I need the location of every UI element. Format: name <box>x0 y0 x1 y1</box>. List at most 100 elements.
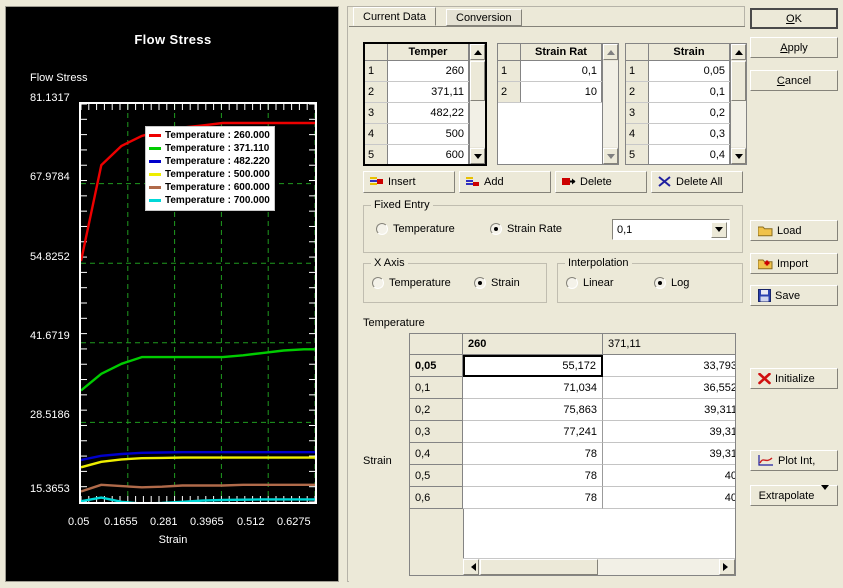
fixed-entry-combo[interactable]: 0,1 <box>612 219 730 240</box>
cancel-button[interactable]: Cancel <box>750 70 838 91</box>
cell-value[interactable]: 36,552 <box>603 377 735 399</box>
cell-value[interactable]: 600 <box>388 145 469 164</box>
cell-value[interactable]: 39,311 <box>603 399 735 421</box>
insert-button[interactable]: Insert <box>363 171 455 193</box>
scroll-thumb[interactable] <box>480 559 598 575</box>
scroll-down-arrow-icon[interactable] <box>731 148 746 164</box>
strain-grid[interactable]: Strain 1 0,05 2 0,1 3 0,2 4 0,3 5 0,4 <box>625 43 747 165</box>
scroll-down-arrow-icon[interactable] <box>470 148 485 164</box>
table-row[interactable]: 3 0,2 <box>626 103 746 124</box>
strain-grid-scrollbar[interactable] <box>730 44 746 164</box>
fixed-entry-group: Fixed Entry Temperature Strain Rate 0,1 <box>363 199 743 253</box>
x-axis-group: X Axis Temperature Strain <box>363 257 547 303</box>
cell-value[interactable]: 71,034 <box>463 377 603 399</box>
save-button-label: Save <box>775 289 801 302</box>
cell-value[interactable]: 0,05 <box>649 61 730 81</box>
delete-button[interactable]: Delete <box>555 171 647 193</box>
cell-value[interactable]: 78 <box>463 465 603 487</box>
radio-interpolation-log[interactable]: Log <box>654 277 689 289</box>
tab-conversion[interactable]: Conversion <box>446 9 522 26</box>
table-row[interactable]: 0,6 78 40 <box>410 487 735 509</box>
scroll-thumb[interactable] <box>470 61 485 101</box>
strain-rate-grid[interactable]: Strain Rat 1 0,1 2 10 <box>497 43 619 165</box>
radio-interpolation-linear[interactable]: Linear <box>566 277 614 289</box>
radio-x-axis-temperature[interactable]: Temperature <box>372 277 451 289</box>
legend-swatch-3 <box>149 173 161 176</box>
x-tick-1: 0.1655 <box>104 516 138 528</box>
table-row[interactable]: 2 10 <box>498 82 618 103</box>
table-row[interactable]: 1 0,1 <box>498 61 618 82</box>
table-row[interactable]: 3 482,22 <box>365 103 485 124</box>
table-row[interactable]: 0,5 78 40 <box>410 465 735 487</box>
table-row[interactable]: 0,05 55,172 33,793 <box>410 355 735 377</box>
scroll-left-arrow-icon[interactable] <box>463 559 479 575</box>
table-row[interactable]: 1 260 <box>365 61 485 82</box>
cell-value[interactable]: 40 <box>603 465 735 487</box>
column-header-260[interactable]: 260 <box>463 334 603 354</box>
radio-fixed-entry-temperature[interactable]: Temperature <box>376 223 455 235</box>
import-button[interactable]: Import <box>750 253 838 274</box>
table-row[interactable]: 2 0,1 <box>626 82 746 103</box>
cell-value[interactable]: 40 <box>603 487 735 509</box>
cell-value[interactable]: 0,2 <box>649 103 730 123</box>
y-tick-4: 28.5186 <box>30 409 70 421</box>
chart-plot-area[interactable]: Temperature : 260.000 Temperature : 371.… <box>79 102 317 504</box>
cell-value[interactable]: 78 <box>463 487 603 509</box>
dialog-button-column: OK Apply Cancel Load Import Save Initial… <box>750 4 838 584</box>
table-row[interactable]: 2 371,11 <box>365 82 485 103</box>
cell-value[interactable]: 33,793 <box>603 355 735 377</box>
apply-button[interactable]: Apply <box>750 37 838 58</box>
scroll-track[interactable] <box>603 61 618 147</box>
scroll-up-arrow-icon[interactable] <box>603 44 618 60</box>
table-row[interactable]: 0,4 78 39,31 <box>410 443 735 465</box>
scroll-up-arrow-icon[interactable] <box>470 44 485 60</box>
cell-value[interactable]: 0,3 <box>649 124 730 144</box>
scroll-down-arrow-icon[interactable] <box>603 148 618 164</box>
temperature-grid-scrollbar[interactable] <box>469 44 485 164</box>
table-row[interactable]: 5 600 <box>365 145 485 164</box>
save-button[interactable]: Save <box>750 285 838 306</box>
cell-value[interactable]: 0,1 <box>649 82 730 102</box>
initialize-button[interactable]: Initialize <box>750 368 838 389</box>
cell-value[interactable]: 482,22 <box>388 103 469 123</box>
tab-current-data[interactable]: Current Data <box>353 7 436 26</box>
flow-stress-data-table[interactable]: 260 371,11 0,05 55,172 33,793 0,1 71,034… <box>409 333 736 576</box>
table-row[interactable]: 4 500 <box>365 124 485 145</box>
scroll-right-arrow-icon[interactable] <box>719 559 735 575</box>
table-row[interactable]: 0,3 77,241 39,31 <box>410 421 735 443</box>
radio-fixed-entry-strain-rate[interactable]: Strain Rate <box>490 223 562 235</box>
cell-value[interactable]: 260 <box>388 61 469 81</box>
table-row[interactable]: 4 0,3 <box>626 124 746 145</box>
cell-value[interactable]: 0,1 <box>521 61 602 81</box>
cell-value[interactable]: 371,11 <box>388 82 469 102</box>
table-row[interactable]: 1 0,05 <box>626 61 746 82</box>
cell-value[interactable]: 39,31 <box>603 443 735 465</box>
cell-value[interactable]: 0,4 <box>649 145 730 164</box>
cell-value[interactable]: 75,863 <box>463 399 603 421</box>
delete-all-button[interactable]: Delete All <box>651 171 743 193</box>
temperature-grid[interactable]: Temper 1 260 2 371,11 3 482,22 4 500 5 6… <box>363 42 487 166</box>
table-row[interactable]: 0,2 75,863 39,311 <box>410 399 735 421</box>
cell-value[interactable]: 10 <box>521 82 602 102</box>
table-row[interactable]: 0,1 71,034 36,552 <box>410 377 735 399</box>
chevron-down-icon[interactable] <box>821 484 830 502</box>
cell-value[interactable]: 500 <box>388 124 469 144</box>
data-table-hscrollbar[interactable] <box>463 558 735 575</box>
cell-value[interactable]: 55,172 <box>463 355 603 377</box>
chevron-down-icon[interactable] <box>711 221 727 238</box>
strain-rate-grid-scrollbar[interactable] <box>602 44 618 164</box>
extrapolate-button[interactable]: Extrapolate <box>750 484 838 506</box>
radio-x-axis-strain[interactable]: Strain <box>474 277 520 289</box>
plot-int-button[interactable]: Plot Int, <box>750 450 838 471</box>
cell-value[interactable]: 77,241 <box>463 421 603 443</box>
column-header-371[interactable]: 371,11 <box>603 334 735 354</box>
cell-value[interactable]: 78 <box>463 443 603 465</box>
load-button[interactable]: Load <box>750 220 838 241</box>
cell-value[interactable]: 39,31 <box>603 421 735 443</box>
scroll-up-arrow-icon[interactable] <box>731 44 746 60</box>
table-row[interactable]: 5 0,4 <box>626 145 746 164</box>
ok-button[interactable]: OK <box>750 8 838 29</box>
data-form-panel: Current Data Conversion Temper 1 260 2 3… <box>347 6 747 582</box>
scroll-thumb[interactable] <box>731 61 746 101</box>
add-button[interactable]: Add <box>459 171 551 193</box>
